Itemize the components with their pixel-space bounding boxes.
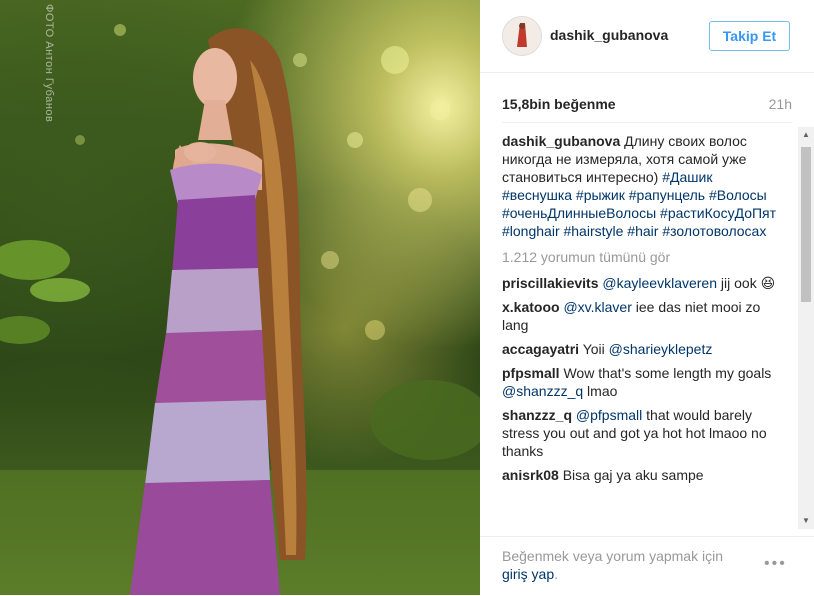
avatar-image: [503, 17, 541, 55]
comment-username[interactable]: x.katooo: [502, 299, 560, 315]
post-username[interactable]: dashik_gubanova: [550, 27, 668, 43]
comment-mention[interactable]: @kayleevklaveren: [602, 275, 717, 291]
post-footer: Beğenmek veya yorum yapmak için giriş ya…: [480, 536, 814, 596]
comment-item: shanzzz_q @pfpsmall that would barely st…: [502, 406, 782, 460]
divider: [502, 122, 792, 123]
login-prompt: Beğenmek veya yorum yapmak için giriş ya…: [502, 547, 752, 583]
comment-text: jij ook 😆: [720, 275, 776, 291]
comment-username[interactable]: anisrk08: [502, 467, 559, 483]
comment-item: x.katooo @xv.klaver iee das niet mooi zo…: [502, 298, 782, 334]
comment-text: Bisa gaj ya aku sampe: [562, 467, 704, 483]
scrollbar-thumb[interactable]: [801, 147, 811, 302]
caption: dashik_gubanova Длину своих волос никогд…: [502, 132, 782, 240]
comment-item: accagayatri Yoii @sharieyklepetz: [502, 340, 782, 358]
more-options-icon[interactable]: •••: [764, 555, 787, 573]
login-prompt-end: .: [554, 566, 559, 582]
photo-illustration: [0, 24, 480, 595]
post-header: dashik_gubanova Takip Et: [480, 0, 814, 73]
comment-mention[interactable]: @pfpsmall: [576, 407, 642, 423]
scroll-down-arrow-icon[interactable]: ▼: [798, 513, 814, 529]
comment-text: Wow that's some length my goals: [563, 365, 772, 381]
likes-count[interactable]: 15,8bin beğenme: [502, 96, 616, 112]
login-link[interactable]: giriş yap: [502, 566, 554, 582]
photo-watermark: ФОТО Антон Губанов: [43, 4, 55, 123]
login-prompt-text: Beğenmek veya yorum yapmak için: [502, 548, 723, 564]
comment-username[interactable]: shanzzz_q: [502, 407, 572, 423]
comments-scrollbar[interactable]: ▲ ▼: [798, 127, 814, 529]
comment-username[interactable]: accagayatri: [502, 341, 579, 357]
scroll-up-arrow-icon[interactable]: ▲: [798, 127, 814, 143]
comment-mention[interactable]: @shanzzz_q: [502, 383, 583, 399]
post-photo: ФОТО Антон Губанов: [0, 0, 480, 595]
likes-row: 15,8bin beğenme 21h: [502, 96, 792, 114]
comment-mention[interactable]: @xv.klaver: [563, 299, 631, 315]
comment-username[interactable]: pfpsmall: [502, 365, 560, 381]
comment-text: Yoii: [582, 341, 605, 357]
post-side-panel: dashik_gubanova Takip Et 15,8bin beğenme…: [480, 0, 814, 595]
post-time[interactable]: 21h: [769, 96, 792, 112]
caption-username[interactable]: dashik_gubanova: [502, 133, 620, 149]
comment-username[interactable]: priscillakievits: [502, 275, 599, 291]
view-all-comments-link[interactable]: 1.212 yorumun tümünü gör: [502, 248, 782, 266]
comment-item: pfpsmall Wow that's some length my goals…: [502, 364, 782, 400]
comment-item: anisrk08 Bisa gaj ya aku sampe: [502, 466, 782, 484]
comment-mention[interactable]: @sharieyklepetz: [609, 341, 713, 357]
comment-item: priscillakievits @kayleevklaveren jij oo…: [502, 274, 782, 292]
comment-text-end: lmao: [587, 383, 618, 399]
comments-list: dashik_gubanova Длину своих волос никогд…: [502, 132, 782, 524]
avatar[interactable]: [502, 16, 542, 56]
follow-button[interactable]: Takip Et: [709, 21, 790, 51]
